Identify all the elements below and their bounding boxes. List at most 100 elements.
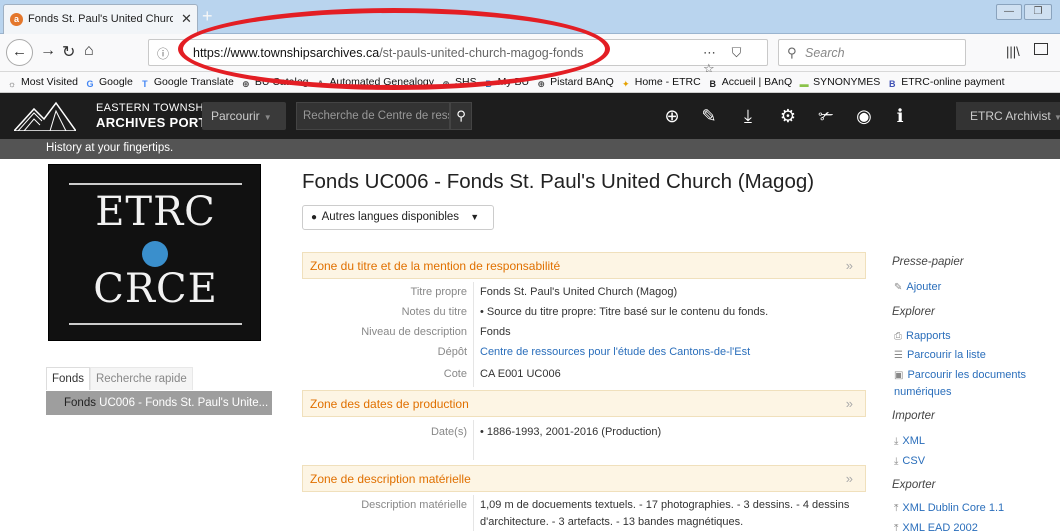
address-bar[interactable]: ⓘ https://www.townshipsarchives.ca/st-pa…	[148, 39, 768, 76]
edit-icon[interactable]: ✎	[697, 105, 721, 127]
upload-icon: ⤒	[894, 503, 899, 514]
section-physical-description[interactable]: Zone de description matérielle »	[302, 465, 866, 492]
upload-icon: ⤒	[894, 523, 899, 531]
export-heading: Exporter	[892, 479, 936, 491]
caret-down-icon: ▼	[1054, 113, 1060, 122]
left-tabs: Fonds Recherche rapide	[46, 367, 193, 391]
bookmark-item[interactable]: ☼ Most Visited	[6, 72, 78, 92]
back-arrow-icon[interactable]: ←	[6, 39, 33, 66]
bookmark-item[interactable]: ⊕ SHS	[440, 72, 476, 92]
section-title-statement[interactable]: Zone du titre et de la mention de respon…	[302, 252, 866, 279]
browser-nav-bar: ← → ↻ ⌂ ⓘ https://www.townshipsarchives.…	[0, 34, 1060, 76]
list-icon: ☰	[894, 350, 903, 361]
home-icon[interactable]: ⌂	[84, 42, 94, 60]
bookmark-label: Automated Genealogy	[329, 76, 435, 88]
bookmark-item[interactable]: ⊕ Pistard BAnQ	[535, 72, 613, 92]
section-dates-of-creation[interactable]: Zone des dates de production »	[302, 390, 866, 417]
close-icon[interactable]: ✕	[181, 11, 192, 27]
bookmark-item[interactable]: B ETRC-online payment	[886, 72, 1005, 92]
field-value-physical-description-1: 1,09 m de docuements textuels. - 17 phot…	[480, 499, 850, 511]
reports-link[interactable]: ⎙ Rapports	[894, 330, 951, 342]
browse-digital-objects-link[interactable]: ▣ Parcourir les documents	[894, 369, 1026, 381]
bookmark-item[interactable]: ▬ SYNONYMES	[798, 72, 881, 92]
double-chevron-icon[interactable]: »	[846, 396, 853, 411]
new-tab-button[interactable]: +	[202, 6, 213, 27]
export-ead-link[interactable]: ⤒ XML EAD 2002	[894, 522, 978, 531]
google-icon: G	[86, 79, 94, 89]
forward-arrow-icon[interactable]: →	[40, 42, 56, 60]
double-chevron-icon[interactable]: »	[846, 258, 853, 273]
bookmark-item[interactable]: ⊕ BU Catalog	[240, 72, 308, 92]
browse-list-link[interactable]: ☰ Parcourir la liste	[894, 349, 986, 361]
clipboard-heading: Presse-papier	[892, 256, 964, 268]
user-menu-button[interactable]: ETRC Archivist ▼	[956, 102, 1060, 130]
tab-title: Fonds St. Paul's United Church	[28, 13, 173, 25]
bookmark-item[interactable]: G Google	[84, 72, 133, 92]
import-xml-link[interactable]: ⤓ XML	[894, 435, 925, 447]
library-icon[interactable]: |||\	[1006, 44, 1020, 59]
browser-tab[interactable]: a Fonds St. Paul's United Church ✕	[3, 4, 198, 34]
logo-rule-bottom	[69, 323, 242, 325]
section-title[interactable]: Zone des dates de production	[310, 397, 469, 411]
section-title[interactable]: Zone du titre et de la mention de respon…	[310, 259, 560, 273]
export-dublin-core-link[interactable]: ⤒ XML Dublin Core 1.1	[894, 502, 1004, 514]
field-label-title: Titre propre	[410, 286, 467, 298]
logo-text-etrc: ETRC	[95, 189, 216, 235]
other-languages-button[interactable]: ● Autres langues disponibles ▼	[302, 205, 494, 230]
section-title[interactable]: Zone de description matérielle	[310, 472, 471, 486]
left-column: ETRC CRCE Fonds Recherche rapide Fonds UC…	[0, 159, 290, 531]
tab-fonds[interactable]: Fonds	[46, 367, 90, 390]
repository-link[interactable]: Centre de ressources pour l'étude des Ca…	[480, 346, 750, 358]
import-csv-label: CSV	[902, 455, 926, 467]
browser-tab-bar: a Fonds St. Paul's United Church ✕ + — ❐	[0, 0, 1060, 34]
bookmark-label: ETRC-online payment	[901, 76, 1005, 88]
browse-digital-objects-link-line2[interactable]: numériques	[894, 386, 951, 398]
browse-label: Parcourir	[211, 109, 260, 123]
field-label-repository: Dépôt	[437, 346, 467, 358]
import-csv-link[interactable]: ⤓ CSV	[894, 455, 925, 467]
bookmark-label: My BU	[497, 76, 530, 88]
treeview-item[interactable]: Fonds UC006 - Fonds St. Paul's Unite...	[46, 391, 272, 415]
browse-menu-button[interactable]: Parcourir ▼	[202, 102, 286, 130]
page-title: Fonds UC006 - Fonds St. Paul's United Ch…	[302, 170, 815, 193]
globe-icon: ⊕	[442, 79, 450, 89]
browser-search-input[interactable]: ⚲ Search	[778, 39, 966, 66]
bookmark-label: Google	[99, 76, 133, 88]
info-icon[interactable]: ⓘ	[157, 45, 169, 62]
caret-down-icon: ▼	[263, 113, 272, 122]
bookmark-item[interactable]: B My BU	[483, 72, 530, 92]
add-to-clipboard-link[interactable]: ✎ Ajouter	[894, 281, 941, 293]
double-chevron-icon[interactable]: »	[846, 471, 853, 486]
import-icon[interactable]: ⤓	[736, 105, 760, 127]
site-search-input[interactable]: Recherche de Centre de ressources pour l…	[296, 102, 450, 130]
image-icon: ▣	[894, 370, 904, 381]
bookmark-item[interactable]: B Accueil | BAnQ	[707, 72, 793, 92]
bookmark-item[interactable]: A Automated Genealogy	[315, 72, 435, 92]
language-globe-icon[interactable]: ◉	[852, 105, 876, 127]
window-minimize-button[interactable]: —	[996, 4, 1022, 20]
tab-quick-search[interactable]: Recherche rapide	[89, 367, 193, 390]
logo-rule-top	[69, 183, 242, 185]
mountains-logo-icon[interactable]	[14, 101, 76, 131]
bookmark-item[interactable]: T Google Translate	[139, 72, 234, 92]
add-icon[interactable]: ⊕	[660, 105, 684, 127]
field-label-dates: Date(s)	[430, 426, 467, 438]
settings-gears-icon[interactable]: ⚙	[776, 105, 800, 127]
window-maximize-button[interactable]: ❐	[1024, 4, 1052, 20]
reload-icon[interactable]: ↻	[62, 42, 75, 62]
caret-down-icon: ▼	[470, 212, 480, 222]
repository-logo[interactable]: ETRC CRCE	[48, 164, 261, 341]
info-icon[interactable]: ℹ	[888, 105, 912, 127]
globe-icon: ⊕	[537, 79, 545, 89]
browse-list-label: Parcourir la liste	[906, 349, 986, 361]
bookmark-label: Google Translate	[153, 76, 234, 88]
download-icon: ⤓	[894, 456, 899, 467]
field-label-reference-code: Cote	[443, 368, 467, 380]
search-icon[interactable]: ⚲	[450, 102, 472, 130]
paperclip-icon: ✎	[894, 282, 903, 293]
bookmark-item[interactable]: ✦ Home - ETRC	[620, 72, 701, 92]
field-divider	[473, 420, 474, 460]
clipboard-paperclip-icon[interactable]: ✃	[814, 105, 838, 127]
bookmark-label: Accueil | BAnQ	[721, 76, 793, 88]
sidebar-toggle-icon[interactable]	[1034, 43, 1048, 55]
